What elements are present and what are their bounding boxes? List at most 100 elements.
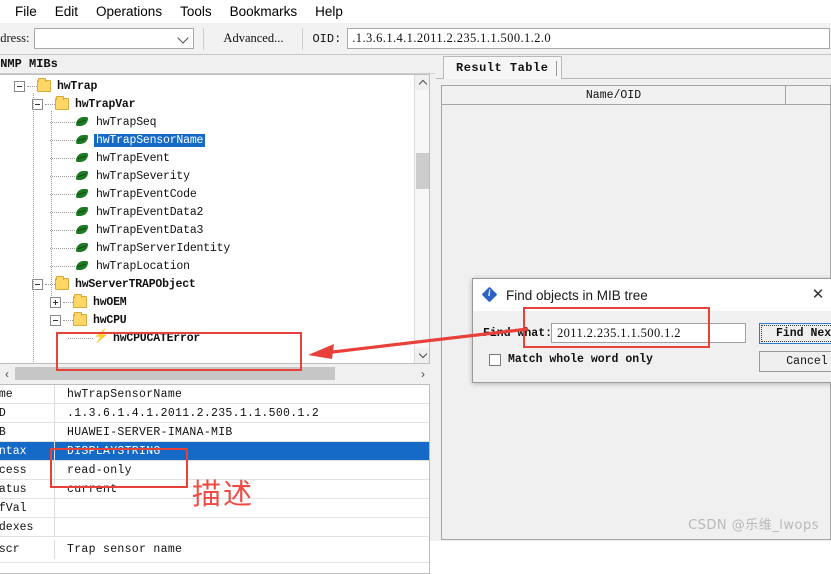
find-next-label: Find Next (761, 325, 831, 342)
tree-node[interactable]: hwTrapLocation (0, 257, 410, 275)
tree-vertical-scrollbar[interactable] (414, 75, 429, 363)
annotation-description-text: 描述 (192, 477, 255, 511)
scroll-thumb[interactable] (416, 153, 429, 189)
menu-item-edit[interactable]: Edit (46, 2, 87, 21)
tree-connector (50, 193, 75, 195)
property-key: tatus (0, 482, 27, 496)
menu-item-bookmarks[interactable]: Bookmarks (221, 2, 307, 21)
tree-connector (68, 337, 93, 339)
property-value: DISPLAYSTRING (67, 444, 161, 458)
property-row[interactable]: ID .1.3.6.1.4.1.2011.2.235.1.1.500.1.2 (0, 403, 429, 423)
tree-node[interactable]: hwServerTRAPObject (0, 275, 410, 293)
tree-horizontal-scrollbar[interactable]: ‹ › (0, 366, 434, 381)
property-value: HUAWEI-SERVER-IMANA-MIB (67, 425, 233, 439)
folder-icon (73, 312, 87, 326)
scroll-up-icon[interactable] (415, 75, 429, 90)
tree-node-label: hwCPU (93, 313, 127, 327)
tab-strip: Result Table (436, 55, 831, 79)
tree-node[interactable]: hwTrapEventData2 (0, 203, 410, 221)
property-value: .1.3.6.1.4.1.2011.2.235.1.1.500.1.2 (67, 406, 320, 420)
tree-connector (50, 229, 75, 231)
property-value: hwTrapSensorName (67, 387, 183, 401)
property-divider (54, 517, 55, 537)
tree-node[interactable]: hwTrapEventData3 (0, 221, 410, 239)
leaf-icon (75, 170, 90, 182)
tree-node[interactable]: hwTrapSensorName (0, 131, 410, 149)
close-icon[interactable]: ✕ (807, 284, 829, 304)
app-window: File Edit Operations Tools Bookmarks Hel… (0, 0, 831, 574)
property-key: efVal (0, 501, 27, 515)
property-key: yntax (0, 444, 27, 458)
tree-node-label: hwTrapServerIdentity (96, 241, 231, 255)
property-row[interactable]: ame hwTrapSensorName (0, 385, 429, 404)
scroll-right-icon[interactable]: › (416, 366, 430, 381)
property-row[interactable]: ndexes (0, 517, 429, 537)
tree-connector (27, 85, 37, 87)
cancel-button[interactable]: Cancel (759, 351, 831, 372)
tree-node[interactable]: hwTrap (0, 77, 410, 95)
info-icon (483, 288, 498, 303)
leaf-icon (75, 116, 90, 128)
tab-result-table[interactable]: Result Table (443, 56, 563, 79)
property-key: escr (0, 543, 20, 556)
collapse-icon[interactable] (50, 314, 61, 326)
tree-guide-line (33, 93, 34, 363)
menu-item-operations[interactable]: Operations (87, 2, 171, 21)
oid-input[interactable]: .1.3.6.1.4.1.2011.2.235.1.1.500.1.2.0 (347, 28, 830, 49)
tree-node[interactable]: hwTrapSeverity (0, 167, 410, 185)
tree-node-label: hwTrapSensorName (94, 133, 206, 147)
annotation-arrow (308, 327, 529, 359)
mib-tree[interactable]: hwTrap hwTrapVar hwTrapSeq hwTrapSensorName… (0, 74, 430, 364)
leaf-icon (75, 260, 90, 272)
leaf-icon (75, 134, 90, 146)
tree-node[interactable]: hwTrapEventCode (0, 185, 410, 203)
address-combobox[interactable] (34, 28, 195, 49)
snmp-mibs-title: SNMP MIBs (0, 57, 58, 71)
menu-item-help[interactable]: Help (306, 2, 352, 21)
leaf-icon (75, 242, 90, 254)
tree-node-label: hwTrapEvent (96, 151, 170, 165)
tree-node[interactable]: hwOEM (0, 293, 410, 311)
find-what-input[interactable]: 2011.2.235.1.1.500.1.2 (551, 323, 746, 343)
snmp-mibs-header: SNMP MIBs (0, 55, 434, 74)
chevron-down-icon (177, 31, 190, 44)
tree-node[interactable]: hwTrapVar (0, 95, 410, 113)
property-key: ndexes (0, 520, 34, 534)
menu-bar: File Edit Operations Tools Bookmarks Hel… (0, 0, 831, 23)
column-header-name-oid[interactable]: Name/OID (442, 86, 786, 104)
tree-node[interactable]: hwTrapServerIdentity (0, 239, 410, 257)
collapse-icon[interactable] (14, 80, 25, 92)
property-key: ID (0, 407, 54, 420)
tree-connector (50, 265, 75, 267)
toolbar-divider-2 (302, 27, 304, 50)
expand-icon[interactable] (50, 296, 61, 308)
property-row[interactable]: yntax DISPLAYSTRING (0, 441, 429, 461)
property-row[interactable]: IB HUAWEI-SERVER-IMANA-MIB (0, 422, 429, 442)
tree-node-label: hwTrapVar (75, 97, 136, 111)
trap-bolt-icon (93, 329, 109, 345)
tree-node-label: hwCPUCATError (113, 331, 201, 345)
scroll-left-icon[interactable]: ‹ (0, 366, 14, 381)
tree-node-label: hwTrapSeverity (96, 169, 190, 183)
watermark: CSDN @乐维_lwops (688, 518, 819, 533)
leaf-icon (75, 152, 90, 164)
hscroll-thumb[interactable] (15, 367, 335, 380)
find-next-button[interactable]: Find Next (759, 323, 831, 344)
toolbar: ddress: Advanced... OID: .1.3.6.1.4.1.20… (0, 23, 831, 55)
tree-connector (50, 211, 75, 213)
tree-node[interactable]: hwTrapEvent (0, 149, 410, 167)
folder-icon (55, 276, 69, 290)
property-key: ccess (0, 463, 27, 477)
folder-icon (73, 294, 87, 308)
tree-node-label: hwTrapLocation (96, 259, 190, 273)
tree-node[interactable]: hwTrapSeq (0, 113, 410, 131)
tree-connector (63, 301, 73, 303)
menu-item-file[interactable]: File (6, 2, 46, 21)
property-key: ame (0, 387, 13, 401)
tree-connector (50, 175, 75, 177)
column-header-extra[interactable] (786, 86, 830, 104)
leaf-icon (75, 206, 90, 218)
advanced-button[interactable]: Advanced... (213, 29, 293, 48)
menu-item-tools[interactable]: Tools (171, 2, 221, 21)
leaf-icon (75, 224, 90, 236)
